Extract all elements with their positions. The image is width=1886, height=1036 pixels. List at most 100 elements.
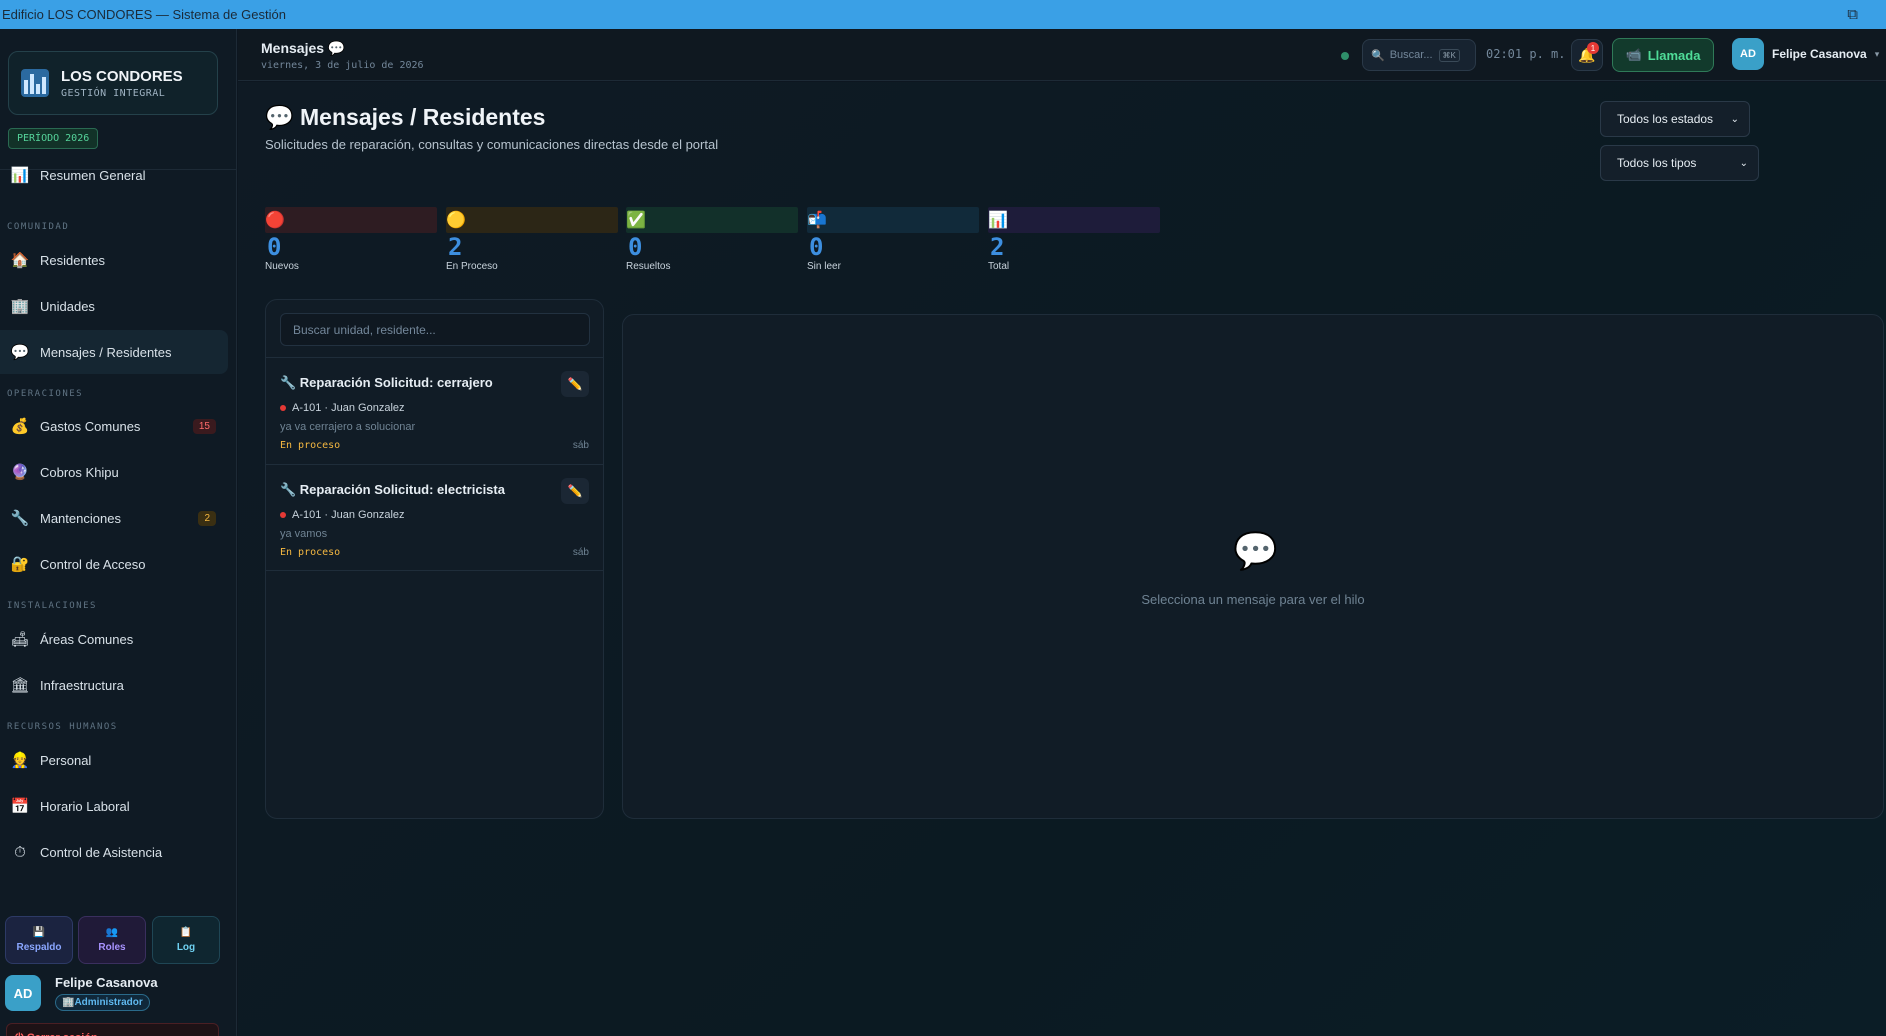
extension-icon[interactable]: ⧉ xyxy=(1847,6,1858,23)
search-icon: 🔍 xyxy=(1371,49,1385,62)
section-label-rrhh: RECURSOS HUMANOS xyxy=(7,722,118,732)
stat-label: Sin leer xyxy=(807,261,841,272)
clipboard-icon: 📋 xyxy=(179,927,193,938)
pencil-icon[interactable]: ✏️ xyxy=(561,478,589,504)
backup-button[interactable]: 💾 Respaldo xyxy=(5,916,73,964)
clock: 02:01 p. m. xyxy=(1486,47,1566,61)
window-title: Edificio LOS CONDORES — Sistema de Gesti… xyxy=(2,7,286,22)
message-day: sáb xyxy=(572,440,589,451)
user-menu[interactable]: AD Felipe Casanova ▾ xyxy=(1732,38,1879,70)
stat-card-en-proceso: 🟡 2 En Proceso xyxy=(446,207,618,272)
message-day: sáb xyxy=(572,547,589,558)
roles-label: Roles xyxy=(98,942,126,953)
couch-icon: 🛋 xyxy=(10,631,30,648)
status-filter-value: Todos los estados xyxy=(1617,112,1714,126)
pencil-icon[interactable]: ✏️ xyxy=(561,371,589,397)
message-list-panel: Buscar unidad, residente... 🔧 Reparación… xyxy=(265,299,604,819)
stat-value: 0 xyxy=(628,233,643,261)
sidebar-item-residentes[interactable]: 🏠 Residentes xyxy=(0,238,228,282)
chevron-down-icon: ⌄ xyxy=(1730,113,1739,125)
global-search[interactable]: 🔍 Buscar... ⌘K xyxy=(1362,39,1476,71)
sidebar-item-infraestructura[interactable]: 🏛 Infraestructura xyxy=(0,663,228,707)
sidebar-item-label: Gastos Comunes xyxy=(40,418,141,434)
message-search-input[interactable]: Buscar unidad, residente... xyxy=(280,313,590,346)
wrench-icon: 🔧 xyxy=(10,510,30,527)
floppy-disk-icon: 💾 xyxy=(32,927,46,938)
stat-bar: ✅ xyxy=(626,207,798,233)
money-bag-icon: 💰 xyxy=(10,418,30,435)
sidebar-item-horario-laboral[interactable]: 📅 Horario Laboral xyxy=(0,784,228,828)
sidebar: LOS CONDORES GESTIÓN INTEGRAL PERÍODO 20… xyxy=(0,29,237,1036)
stat-card-resueltos: ✅ 0 Resueltos xyxy=(626,207,798,272)
sidebar-item-mensajes[interactable]: 💬 Mensajes / Residentes xyxy=(0,330,228,374)
sidebar-item-resumen-general[interactable]: 📊 Resumen General xyxy=(0,153,228,197)
message-title: 🔧 Reparación Solicitud: cerrajero xyxy=(280,375,493,390)
call-button[interactable]: 📹 Llamada xyxy=(1612,38,1714,72)
sidebar-item-areas-comunes[interactable]: 🛋 Áreas Comunes xyxy=(0,617,228,661)
sidebar-item-label: Control de Acceso xyxy=(40,556,146,572)
chart-icon: 📊 xyxy=(10,167,30,184)
yellow-circle-icon: 🟡 xyxy=(446,212,466,229)
lock-icon: 🔐 xyxy=(10,556,30,573)
sidebar-item-label: Unidades xyxy=(40,298,95,314)
page-header-title: Mensajes 💬 xyxy=(261,40,346,56)
user-name: Felipe Casanova xyxy=(1772,47,1867,61)
notification-count-badge: 1 xyxy=(1587,42,1599,54)
unread-dot xyxy=(280,512,286,518)
stat-value: 0 xyxy=(267,233,282,261)
avatar: AD xyxy=(5,975,41,1011)
message-unit: A-101 · Juan Gonzalez xyxy=(280,509,405,521)
message-status: En proceso xyxy=(280,440,341,451)
sidebar-user[interactable]: AD Felipe Casanova 🏢Administrador xyxy=(5,975,158,1011)
classical-building-icon: 🏛 xyxy=(10,677,30,694)
sidebar-item-control-asistencia[interactable]: ⏱ Control de Asistencia xyxy=(0,830,228,874)
sidebar-item-label: Residentes xyxy=(40,252,106,268)
stat-label: Resueltos xyxy=(626,261,671,272)
stopwatch-icon: ⏱ xyxy=(14,843,26,861)
building-logo-icon xyxy=(21,69,49,97)
current-date: viernes, 3 de julio de 2026 xyxy=(261,60,424,71)
sidebar-item-label: Infraestructura xyxy=(40,677,124,693)
log-button[interactable]: 📋 Log xyxy=(152,916,220,964)
notifications-button[interactable]: 🔔 1 xyxy=(1571,39,1603,71)
people-icon: 👥 xyxy=(105,927,119,938)
brand-logo[interactable]: LOS CONDORES GESTIÓN INTEGRAL xyxy=(8,51,218,115)
message-preview: ya vamos xyxy=(280,528,328,540)
list-item[interactable]: 🔧 Reparación Solicitud: cerrajero ✏️ A-1… xyxy=(266,357,603,464)
stat-label: Nuevos xyxy=(265,261,299,272)
avatar: AD xyxy=(1732,38,1764,70)
search-placeholder: Buscar... xyxy=(1389,49,1433,61)
sidebar-item-label: Horario Laboral xyxy=(40,798,130,814)
sidebar-item-personal[interactable]: 👷 Personal xyxy=(0,738,228,782)
stat-card-total: 📊 2 Total xyxy=(988,207,1160,272)
type-filter-select[interactable]: Todos los tipos ⌄ xyxy=(1600,145,1759,181)
mailbox-icon: 📬 xyxy=(807,212,827,229)
sidebar-item-mantenciones[interactable]: 🔧 Mantenciones 2 xyxy=(0,496,228,540)
topbar: Mensajes 💬 viernes, 3 de julio de 2026 🔍… xyxy=(238,29,1886,81)
type-filter-value: Todos los tipos xyxy=(1617,156,1697,170)
user-name: Felipe Casanova xyxy=(55,975,158,990)
stat-value: 2 xyxy=(990,233,1005,261)
stat-bar: 🟡 xyxy=(446,207,618,233)
backup-label: Respaldo xyxy=(16,942,62,953)
mantenciones-count-badge: 2 xyxy=(198,510,216,526)
roles-button[interactable]: 👥 Roles xyxy=(78,916,146,964)
log-label: Log xyxy=(176,942,196,953)
check-mark-icon: ✅ xyxy=(626,212,646,229)
sidebar-item-unidades[interactable]: 🏢 Unidades xyxy=(0,284,228,328)
message-title: 🔧 Reparación Solicitud: electricista xyxy=(280,482,505,497)
list-item[interactable]: 🔧 Reparación Solicitud: electricista ✏️ … xyxy=(266,464,603,571)
sidebar-item-control-acceso[interactable]: 🔐 Control de Acceso xyxy=(0,542,228,586)
empty-thread-message: Selecciona un mensaje para ver el hilo xyxy=(1141,592,1365,607)
section-label-instalaciones: INSTALACIONES xyxy=(7,601,97,611)
sidebar-item-label: Cobros Khipu xyxy=(40,464,119,480)
unread-dot xyxy=(280,405,286,411)
sidebar-item-label: Mantenciones xyxy=(40,510,121,526)
status-filter-select[interactable]: Todos los estados ⌄ xyxy=(1600,101,1750,137)
logout-button[interactable]: ⏻ Cerrar sesión xyxy=(6,1023,219,1036)
role-label: Administrador xyxy=(74,997,143,1008)
stat-bar: 📊 xyxy=(988,207,1160,233)
section-label-operaciones: OPERACIONES xyxy=(7,389,84,399)
sidebar-item-gastos-comunes[interactable]: 💰 Gastos Comunes 15 xyxy=(0,404,228,448)
sidebar-item-cobros-khipu[interactable]: 🔮 Cobros Khipu xyxy=(0,450,228,494)
